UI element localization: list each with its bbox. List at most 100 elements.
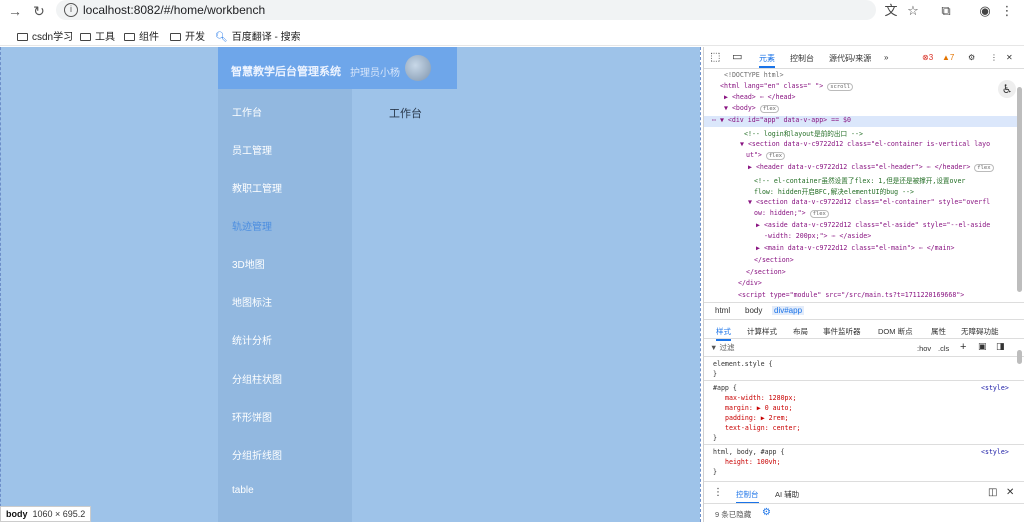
- sidebar-item-grouped-bar[interactable]: 分组柱状图: [232, 371, 282, 386]
- sidebar-item-map-marker[interactable]: 地图标注: [232, 294, 272, 309]
- hov-toggle[interactable]: :hov: [917, 344, 931, 353]
- dom-line[interactable]: ▼ <section data-v-c9722d12 class="el-con…: [740, 140, 990, 148]
- dom-line[interactable]: ut"> flex: [746, 151, 786, 160]
- divider: [704, 481, 1024, 482]
- accessibility-icon[interactable]: ♿︎: [998, 80, 1016, 98]
- tab-properties[interactable]: 属性: [931, 326, 946, 337]
- device-toggle-icon[interactable]: ⬚: [710, 50, 720, 63]
- css-line[interactable]: height: 100vh;: [725, 458, 781, 466]
- menu-icon[interactable]: ⋮: [998, 2, 1016, 20]
- tab-dom-breakpoints[interactable]: DOM 断点: [878, 326, 913, 337]
- drawer-tab-console[interactable]: 控制台: [736, 489, 759, 504]
- dom-line-selected[interactable]: ⋯ ▼ <div id="app" data-v-app> == $0: [712, 116, 851, 124]
- sidebar-toggle-icon[interactable]: ◨: [996, 341, 1005, 352]
- dom-line[interactable]: </div>: [738, 279, 762, 287]
- sidebar-item-table[interactable]: table: [232, 485, 254, 496]
- dom-line[interactable]: <!-- el-container虽然设置了flex: 1,但是还是被撑开,设置…: [754, 175, 965, 185]
- sidebar-item-grouped-line[interactable]: 分组折线图: [232, 447, 282, 462]
- sidebar-item-statistics[interactable]: 统计分析: [232, 332, 272, 347]
- add-rule-icon[interactable]: +: [960, 341, 966, 353]
- drawer-menu-icon[interactable]: ⋮: [713, 487, 723, 498]
- css-line[interactable]: text-align: center;: [725, 424, 800, 432]
- user-name: 护理员小杨: [350, 68, 400, 79]
- sidebar-item-donut[interactable]: 环形饼图: [232, 409, 272, 424]
- dom-line[interactable]: ▶ <main data-v-c9722d12 class="el-main">…: [756, 244, 955, 252]
- page-title: 工作台: [389, 108, 422, 120]
- avatar[interactable]: [405, 55, 431, 81]
- tab-accessibility[interactable]: 无障碍功能: [961, 326, 999, 337]
- styles-scrollbar[interactable]: [1017, 350, 1022, 364]
- sidebar-item-3d-map[interactable]: 3D地图: [232, 256, 265, 271]
- sidebar-item-workbench[interactable]: 工作台: [232, 104, 262, 119]
- extensions-icon[interactable]: ⧉: [937, 2, 955, 20]
- inspect-icon[interactable]: ▭: [732, 50, 742, 63]
- drawer-tab-ai[interactable]: AI 辅助: [775, 489, 799, 500]
- dom-line[interactable]: </section>: [746, 268, 786, 276]
- dom-line[interactable]: ▼ <body> flex: [724, 104, 779, 113]
- css-line[interactable]: }: [713, 370, 717, 378]
- css-line[interactable]: }: [713, 468, 717, 476]
- dock-icon[interactable]: ◫: [988, 487, 997, 498]
- dom-line[interactable]: ▼ <section data-v-c9722d12 class="el-con…: [748, 198, 990, 206]
- tab-sources[interactable]: 源代码/来源: [829, 53, 871, 64]
- error-count[interactable]: ⊗3: [922, 53, 933, 62]
- breadcrumb-body[interactable]: body: [745, 306, 762, 315]
- address-bar[interactable]: i localhost:8082/#/home/workbench: [56, 0, 876, 20]
- css-selector[interactable]: #app {: [713, 384, 737, 392]
- settings-gear-icon[interactable]: ⚙: [968, 53, 975, 62]
- profile-icon[interactable]: ◉: [976, 2, 994, 20]
- dom-scrollbar[interactable]: [1017, 87, 1022, 292]
- styles-filter-input[interactable]: ▼ 过滤: [710, 342, 908, 354]
- css-line[interactable]: }: [713, 434, 717, 442]
- more-tabs-icon[interactable]: »: [884, 53, 888, 62]
- sidebar-item-faculty[interactable]: 教职工管理: [232, 180, 282, 195]
- css-line[interactable]: element.style {: [713, 360, 773, 368]
- breadcrumb-html[interactable]: html: [715, 306, 730, 315]
- close-icon[interactable]: ✕: [1006, 53, 1013, 62]
- sidebar-item-track[interactable]: 轨迹管理: [232, 218, 272, 233]
- dom-line[interactable]: ow: hidden;"> flex: [754, 209, 829, 218]
- source-link[interactable]: <style>: [981, 384, 1009, 392]
- console-settings-icon[interactable]: ⚙: [762, 507, 771, 518]
- css-selector[interactable]: html, body, #app {: [713, 448, 784, 456]
- dom-line[interactable]: <html lang="en" class=" "> scroll: [720, 82, 854, 91]
- dom-line[interactable]: <!-- login和layout是前的出口 -->: [744, 128, 863, 138]
- sidebar-item-staff[interactable]: 员工管理: [232, 142, 272, 157]
- translate-icon[interactable]: 文: [882, 2, 900, 20]
- bookmark-star-icon[interactable]: ☆: [904, 2, 922, 20]
- tab-console[interactable]: 控制台: [790, 53, 814, 64]
- bookmark-tools[interactable]: 工具: [80, 28, 115, 43]
- warning-count[interactable]: ▲7: [942, 53, 954, 62]
- cls-toggle[interactable]: .cls: [938, 344, 949, 353]
- dom-line[interactable]: <!DOCTYPE html>: [724, 71, 784, 79]
- hidden-messages: 9 条已隐藏: [715, 510, 752, 519]
- dom-line[interactable]: ▶ <aside data-v-c9722d12 class="el-aside…: [756, 221, 990, 229]
- element-inspect-tooltip: body 1060 × 695.2: [0, 506, 92, 522]
- reload-icon[interactable]: ↻: [30, 2, 48, 20]
- print-style-icon[interactable]: ▣: [978, 341, 987, 352]
- forward-icon[interactable]: →: [6, 2, 24, 20]
- breadcrumb-div-app[interactable]: div#app: [772, 306, 805, 315]
- tab-layout[interactable]: 布局: [793, 326, 808, 337]
- tab-elements[interactable]: 元素: [759, 53, 775, 68]
- folder-icon: [17, 33, 28, 41]
- bookmark-components[interactable]: 组件: [124, 28, 159, 43]
- css-line[interactable]: margin: ▶ 0 auto;: [725, 404, 793, 412]
- bookmark-baidu-translate[interactable]: 🔍︎ 百度翻译 - 搜索: [215, 28, 301, 43]
- bookmark-dev[interactable]: 开发: [170, 28, 205, 43]
- dom-line[interactable]: ▶ <header data-v-c9722d12 class="el-head…: [748, 163, 994, 172]
- css-line[interactable]: padding: ▶ 2rem;: [725, 414, 789, 422]
- source-link[interactable]: <style>: [981, 448, 1009, 456]
- dom-line[interactable]: -width: 200px;"> ⋯ </aside>: [764, 232, 871, 240]
- close-drawer-icon[interactable]: ✕: [1006, 487, 1014, 498]
- bookmark-csdn[interactable]: csdn学习: [17, 28, 73, 43]
- dom-line[interactable]: ▶ <head> ⋯ </head>: [724, 93, 795, 101]
- dom-line[interactable]: flow: hidden开启BFC,解决elementUI的bug -->: [754, 186, 914, 196]
- dom-line[interactable]: </section>: [754, 256, 794, 264]
- tab-event-listeners[interactable]: 事件监听器: [823, 326, 861, 337]
- css-line[interactable]: max-width: 1280px;: [725, 394, 796, 402]
- dom-line[interactable]: <script type="module" src="/src/main.ts?…: [738, 291, 964, 299]
- more-options-icon[interactable]: ⋮: [990, 53, 998, 62]
- tab-computed[interactable]: 计算样式: [747, 326, 777, 337]
- site-info-icon[interactable]: i: [64, 3, 78, 17]
